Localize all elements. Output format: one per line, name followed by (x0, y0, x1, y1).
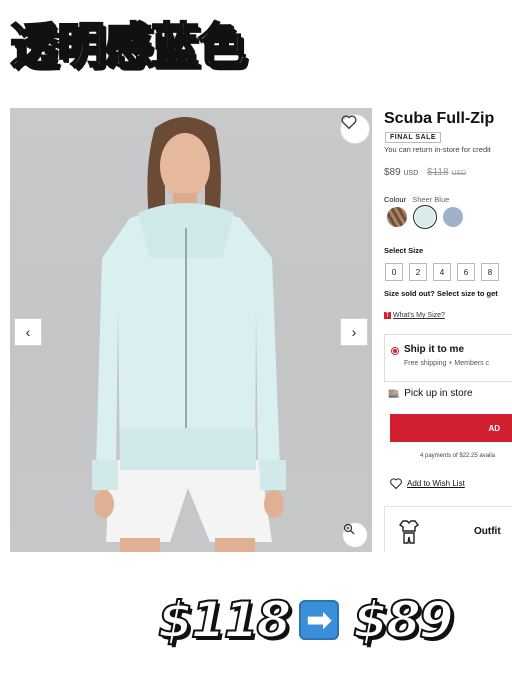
favorite-button[interactable] (340, 114, 370, 144)
return-note: You can return in-store for credit (384, 145, 491, 154)
wishlist-link[interactable]: Add to Wish List (390, 478, 465, 489)
product-image: ‹ › (10, 108, 372, 552)
swatch-sheer-blue[interactable] (415, 207, 435, 227)
new-price-large: $89 (352, 590, 454, 650)
ship-option[interactable]: Ship it to me Free shipping + Members c (384, 334, 512, 382)
current-price: $89 (384, 167, 401, 178)
colour-label: Colour (384, 195, 407, 204)
old-price-large: $118 (157, 590, 292, 650)
pickup-option[interactable]: 🏬 Pick up in store (388, 388, 473, 399)
ship-title: Ship it to me (404, 344, 464, 355)
swatch-brown-pattern[interactable] (387, 207, 407, 227)
whats-my-size-label: What's My Size? (393, 312, 445, 319)
original-price: $118 (427, 167, 449, 178)
pickup-label: Pick up in store (404, 388, 473, 399)
store-icon: 🏬 (388, 388, 400, 398)
chevron-right-icon: › (351, 324, 357, 340)
original-price-currency: USD (451, 170, 467, 177)
headline-text: 透明感蓝色 (9, 17, 247, 75)
size-option[interactable]: 0 (385, 263, 403, 281)
wishlist-label: Add to Wish List (407, 479, 465, 488)
swatch-denim-blue[interactable] (443, 207, 463, 227)
heart-icon (390, 478, 402, 489)
chevron-left-icon: ‹ (25, 324, 31, 340)
size-option[interactable]: 6 (457, 263, 475, 281)
product-title: Scuba Full-Zip (384, 110, 495, 127)
price: $89 USD $118 USD (384, 167, 466, 178)
size-option[interactable]: 8 (481, 263, 499, 281)
zoom-button[interactable] (342, 522, 368, 548)
add-to-bag-button[interactable]: AD (390, 414, 512, 442)
ruler-icon: T (384, 312, 391, 319)
heart-icon (341, 115, 357, 129)
model-illustration (92, 117, 286, 552)
product-details-panel: Scuba Full-Zip FINAL SALE You can return… (378, 106, 512, 552)
sold-out-note: Size sold out? Select size to get (384, 289, 498, 298)
colour-row: Colour Sheer Blue (384, 195, 449, 204)
colour-value: Sheer Blue (412, 195, 450, 204)
outfit-icon (398, 520, 420, 544)
size-option[interactable]: 2 (409, 263, 427, 281)
outfit-label: Outfit (474, 526, 501, 537)
whats-my-size-link[interactable]: T What's My Size? (384, 312, 445, 319)
payments-note: 4 payments of $22.25 availa (420, 453, 496, 459)
ship-subtitle: Free shipping + Members c (404, 360, 490, 367)
final-sale-badge: FINAL SALE (385, 132, 442, 143)
arrow-right-icon: ➡ (299, 600, 340, 640)
size-label: Select Size (384, 246, 424, 255)
zoom-icon (343, 523, 355, 535)
prev-image-button[interactable]: ‹ (14, 318, 42, 346)
size-option[interactable]: 4 (433, 263, 451, 281)
price-currency: USD (403, 170, 419, 177)
outfit-card[interactable]: Outfit (384, 506, 512, 552)
next-image-button[interactable]: › (340, 318, 368, 346)
radio-selected-icon[interactable] (391, 347, 399, 355)
price-comparison: $118 ➡ $89 (157, 590, 455, 650)
